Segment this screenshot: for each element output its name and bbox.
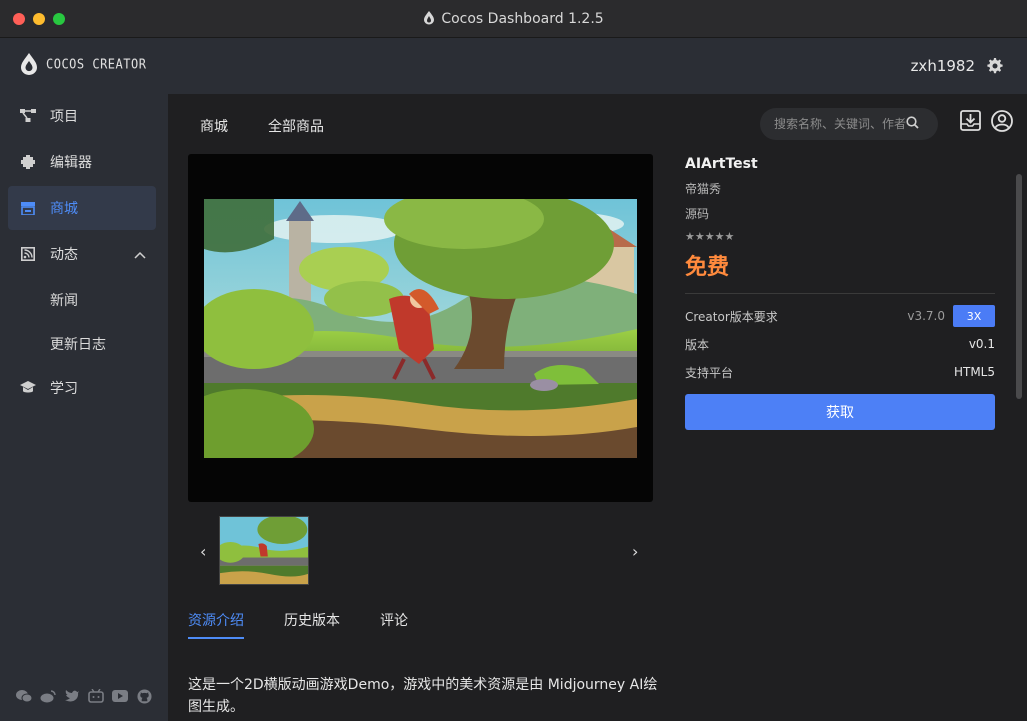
sidebar-item-news-feed[interactable]: 动态 — [8, 232, 156, 276]
preview-viewer — [188, 154, 653, 502]
scrollbar[interactable] — [1016, 174, 1022, 399]
version-badge: 3X — [953, 305, 995, 327]
tab-description[interactable]: 资源介绍 — [188, 610, 244, 639]
sidebar-item-learn[interactable]: 学习 — [8, 366, 156, 410]
user-bar: zxh1982 — [168, 38, 1027, 94]
thumbnail[interactable] — [219, 516, 309, 585]
platform-row: 支持平台 HTML5 — [685, 358, 995, 386]
tab-history[interactable]: 历史版本 — [284, 610, 340, 639]
chevron-up-icon[interactable] — [134, 247, 146, 263]
tab-store[interactable]: 商城 — [200, 116, 228, 136]
product-type: 源码 — [685, 207, 710, 221]
sidebar: COCOS CREATOR 项目 编辑器 商城 动态 新闻 更新日志 学习 — [0, 38, 168, 721]
sidebar-item-editor[interactable]: 编辑器 — [8, 140, 156, 184]
store-tabs: 商城 全部商品 — [200, 116, 324, 136]
window-title: Cocos Dashboard 1.2.5 — [441, 11, 604, 27]
learn-icon — [20, 380, 36, 396]
sidebar-nav: 项目 编辑器 商城 动态 新闻 更新日志 学习 — [8, 94, 156, 412]
bilibili-icon[interactable] — [88, 688, 104, 704]
tab-all-products[interactable]: 全部商品 — [268, 116, 324, 136]
github-icon[interactable] — [136, 688, 152, 704]
cocos-creator-logo: COCOS CREATOR — [20, 52, 146, 76]
product-price: 免费 — [685, 255, 730, 280]
rating-stars: ★★★★★ — [685, 230, 735, 243]
sidebar-item-label: 学习 — [50, 381, 78, 397]
store-main: 商城 全部商品 搜索名称、关键词、作者 ‹ › 资源介绍 历史版本 评论 这是一… — [168, 94, 1027, 721]
sidebar-item-project[interactable]: 项目 — [8, 94, 156, 138]
prev-arrow-icon[interactable]: ‹ — [200, 542, 206, 561]
youtube-icon[interactable] — [112, 688, 128, 704]
editor-icon — [20, 154, 36, 170]
twitter-icon[interactable] — [64, 688, 80, 704]
platform-label: 支持平台 — [685, 365, 734, 380]
sidebar-item-changelog[interactable]: 更新日志 — [8, 322, 156, 366]
get-button[interactable]: 获取 — [685, 394, 995, 430]
search-icon[interactable] — [906, 116, 919, 132]
sidebar-item-label: 编辑器 — [50, 155, 92, 171]
creator-version-row: Creator版本要求 v3.7.0 3X — [685, 302, 995, 330]
download-icon[interactable] — [960, 110, 981, 136]
search-input[interactable] — [774, 117, 906, 131]
news-feed-icon — [20, 246, 36, 262]
sidebar-item-label: 项目 — [50, 109, 78, 125]
account-icon[interactable] — [991, 110, 1013, 136]
cocos-logo-icon — [21, 53, 37, 75]
store-icon — [20, 200, 36, 216]
wechat-icon[interactable] — [16, 688, 32, 704]
creator-version-label: Creator版本要求 — [685, 309, 778, 324]
sidebar-item-news[interactable]: 新闻 — [8, 278, 156, 322]
project-icon — [20, 108, 36, 124]
gear-icon[interactable] — [987, 58, 1003, 78]
version-row: 版本 v0.1 — [685, 330, 995, 358]
toolbar-icons — [960, 110, 1013, 136]
thumbnail-strip: ‹ › — [188, 516, 653, 586]
platform-value: HTML5 — [953, 365, 995, 379]
version-label: 版本 — [685, 337, 710, 352]
cocos-flame-icon — [423, 10, 435, 29]
version-value: v0.1 — [968, 337, 995, 351]
product-detail: AIArtTest 帝猫秀 源码 ★★★★★ 免费 Creator版本要求 v3… — [685, 156, 995, 430]
logo-text: COCOS CREATOR — [46, 56, 147, 72]
tab-comments[interactable]: 评论 — [380, 610, 408, 639]
detail-tabs: 资源介绍 历史版本 评论 — [188, 610, 408, 639]
description-text: 这是一个2D横版动画游戏Demo，游戏中的美术资源是由 Midjourney A… — [188, 677, 658, 715]
product-author[interactable]: 帝猫秀 — [685, 180, 995, 197]
sidebar-item-label: 动态 — [50, 247, 78, 263]
title-bar: Cocos Dashboard 1.2.5 — [0, 0, 1027, 38]
divider — [685, 293, 995, 294]
weibo-icon[interactable] — [40, 688, 56, 704]
creator-version-value: v3.7.0 — [907, 309, 945, 323]
username[interactable]: zxh1982 — [911, 57, 975, 75]
social-links — [16, 688, 152, 704]
preview-image — [204, 199, 637, 458]
next-arrow-icon[interactable]: › — [632, 542, 638, 561]
sidebar-item-store[interactable]: 商城 — [8, 186, 156, 230]
search-box — [760, 108, 938, 140]
sidebar-item-label: 商城 — [50, 201, 78, 217]
product-title: AIArtTest — [685, 156, 758, 172]
